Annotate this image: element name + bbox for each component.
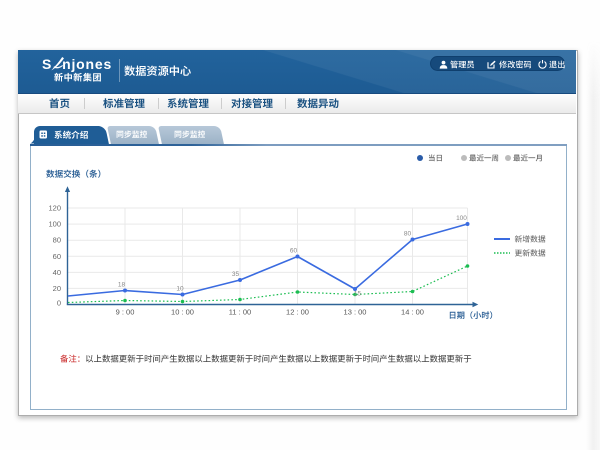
svg-text:15: 15: [354, 291, 362, 298]
svg-text:10 : 00: 10 : 00: [171, 308, 194, 317]
svg-text:18: 18: [118, 282, 126, 289]
svg-text:60: 60: [53, 252, 61, 261]
svg-text:9 : 00: 9 : 00: [116, 308, 135, 317]
svg-text:100: 100: [48, 220, 61, 229]
svg-text:0: 0: [57, 299, 61, 308]
svg-text:14 : 00: 14 : 00: [401, 308, 424, 317]
svg-text:10: 10: [176, 286, 184, 293]
svg-text:20: 20: [53, 284, 61, 293]
svg-text:60: 60: [290, 248, 298, 255]
svg-text:80: 80: [404, 231, 412, 238]
svg-text:120: 120: [48, 204, 61, 213]
svg-text:80: 80: [53, 236, 61, 245]
svg-text:35: 35: [232, 271, 240, 278]
svg-text:100: 100: [456, 215, 467, 222]
svg-text:11 : 00: 11 : 00: [229, 308, 251, 317]
svg-text:13 : 00: 13 : 00: [344, 308, 367, 317]
svg-text:40: 40: [53, 268, 61, 277]
svg-text:12 : 00: 12 : 00: [286, 308, 309, 317]
